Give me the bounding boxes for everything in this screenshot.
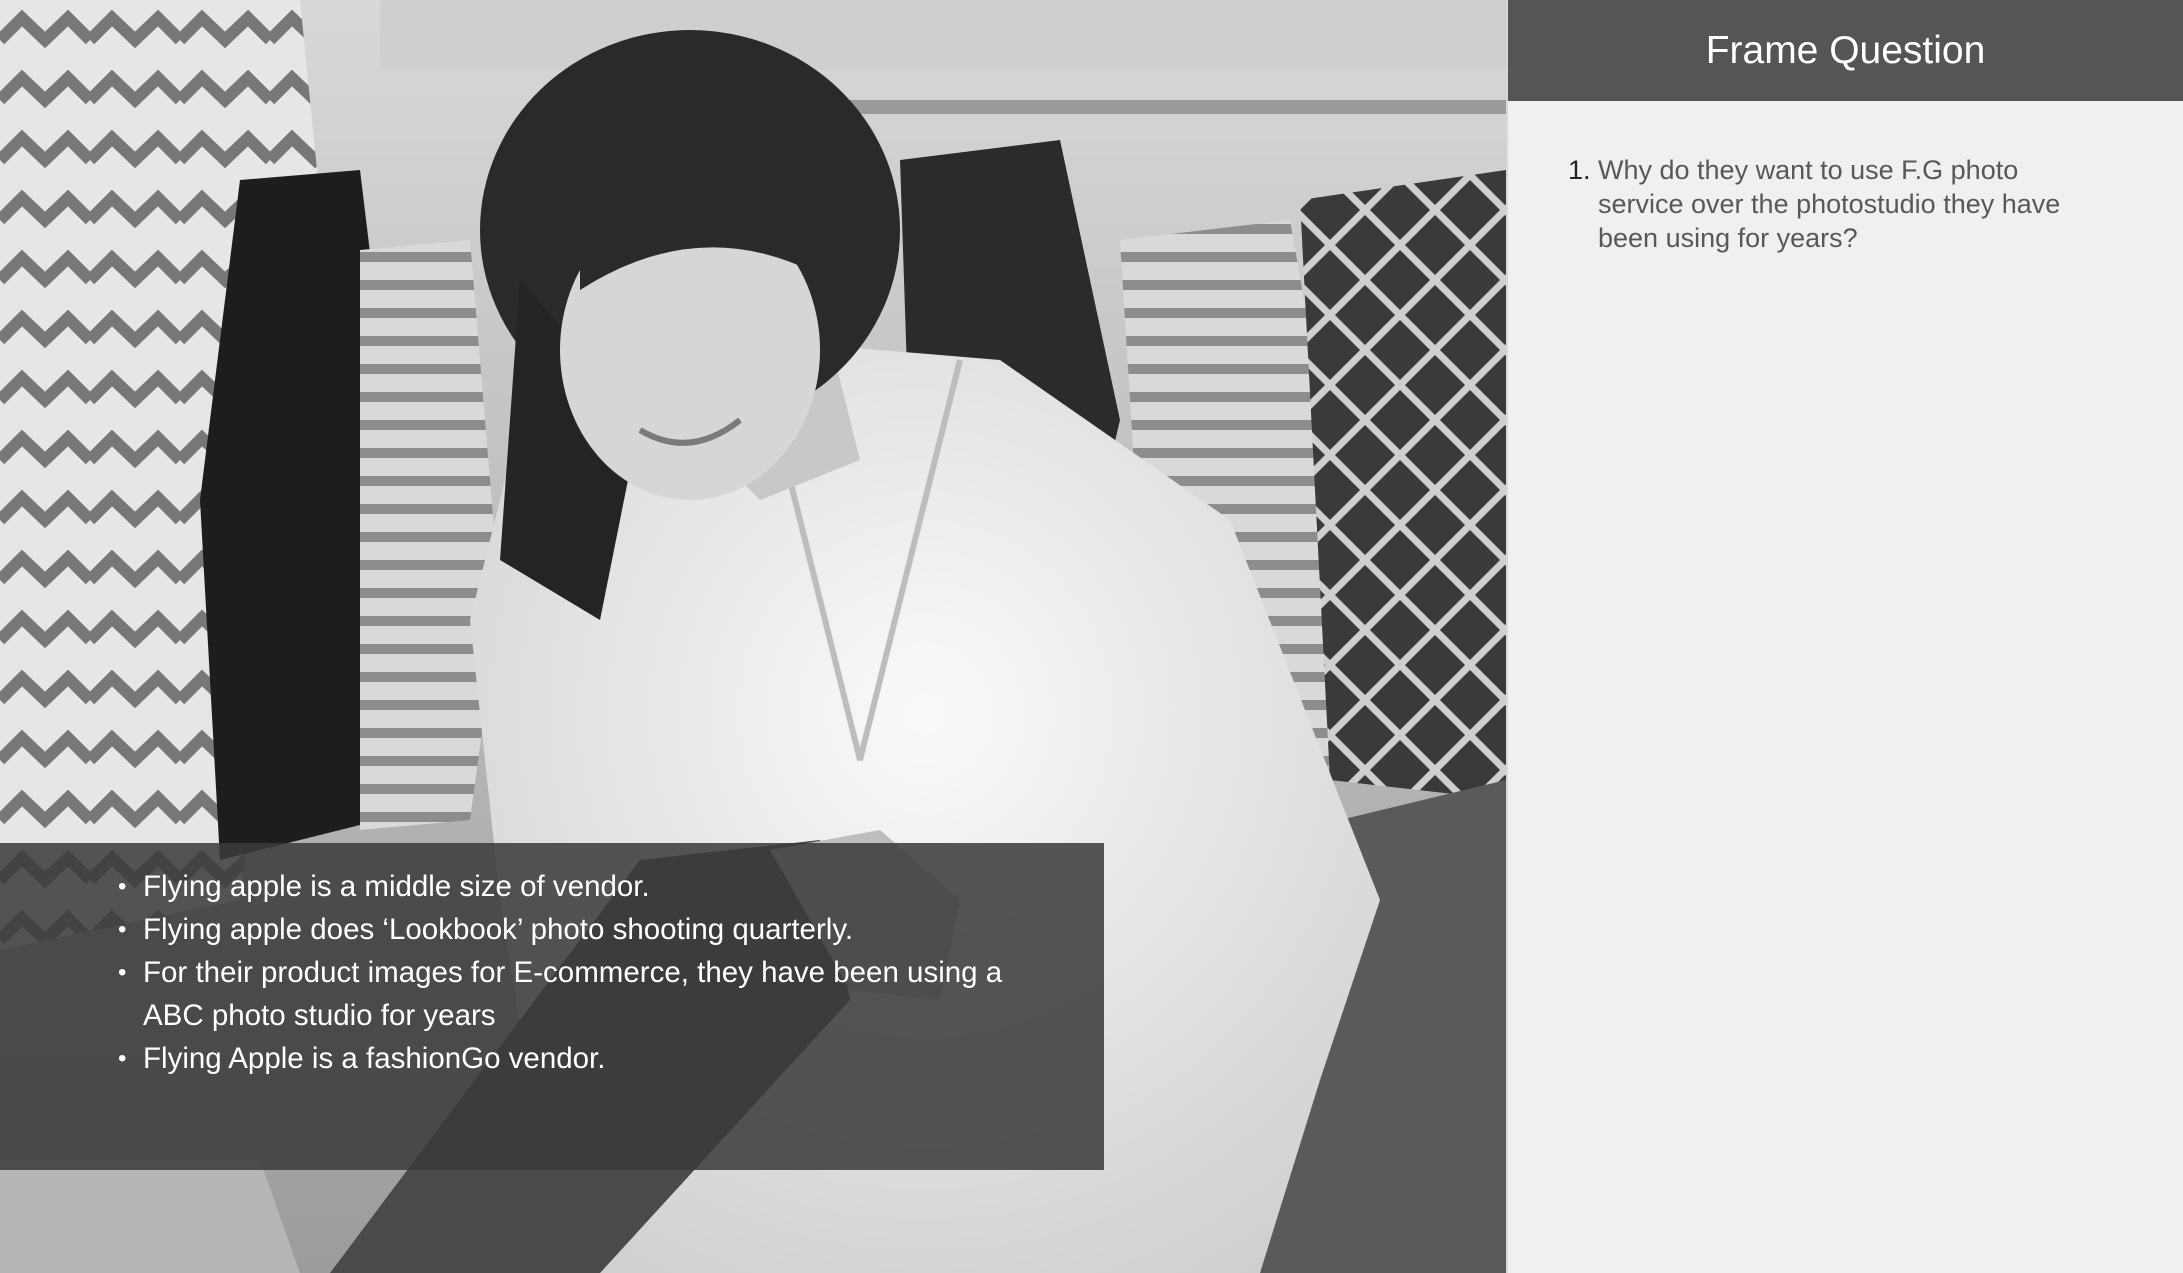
question-list: 1. Why do they want to use F.G photo ser…: [1508, 153, 2108, 255]
slide: Flying apple is a middle size of vendor.…: [0, 0, 2183, 1273]
question-number: 1.: [1568, 155, 1591, 185]
list-item: For their product images for E-commerce,…: [118, 951, 1048, 1037]
list-item: 1. Why do they want to use F.G photo ser…: [1568, 153, 2108, 255]
question-text: Why do they want to use F.G photo servic…: [1598, 155, 2061, 253]
panel-title: Frame Question: [1508, 0, 2183, 101]
list-item: Flying Apple is a fashionGo vendor.: [118, 1037, 1048, 1080]
list-item: Flying apple does ‘Lookbook’ photo shoot…: [118, 908, 1048, 951]
vendor-facts-list: Flying apple is a middle size of vendor.…: [118, 865, 1048, 1080]
list-item: Flying apple is a middle size of vendor.: [118, 865, 1048, 908]
vendor-facts-overlay: Flying apple is a middle size of vendor.…: [0, 843, 1104, 1170]
frame-question-panel: Frame Question 1. Why do they want to us…: [1506, 0, 2183, 1273]
